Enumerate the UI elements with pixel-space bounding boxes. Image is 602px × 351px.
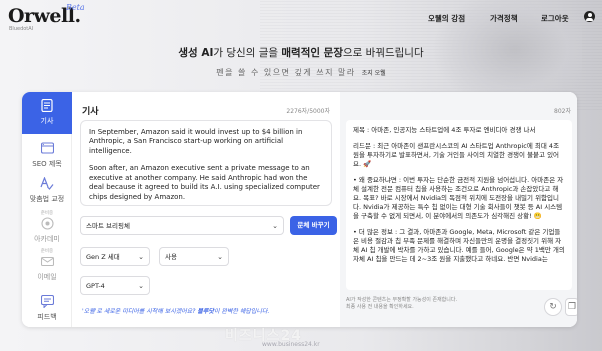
- sidebar-item-seo[interactable]: SEO 제목: [22, 142, 72, 169]
- output-paragraph: 제목 : 아마존, 인공지능 스타트업에 4조 투자로 엔비디아 경쟁 나서: [353, 126, 536, 134]
- output-paragraph: • 왜 중요하냐면 : 이번 투자는 단순한 금전적 지원을 넘어섭니다. 아마…: [353, 175, 564, 220]
- audience-select[interactable]: Gen Z 세대 ⌄: [80, 247, 150, 266]
- disclaimer-line: 최종 사용 전 내용을 확인하세요.: [346, 304, 414, 310]
- hint-brand: 블루닷: [197, 308, 214, 315]
- sidebar-item-email: 준비중 이메일: [22, 248, 72, 282]
- chevron-down-icon: ⌄: [217, 253, 223, 261]
- headline-prefix: 생성 AI: [178, 47, 214, 59]
- email-icon: [40, 255, 54, 269]
- headline: 생성 AI가 당신의 글을 매력적인 문장으로 바꿔드립니다: [0, 45, 602, 60]
- sidebar-item-academy: 준비중 아카데미: [22, 210, 72, 244]
- audience-select-value: Gen Z 세대: [86, 253, 120, 261]
- sidebar-item-feedback[interactable]: 피드백: [22, 294, 72, 322]
- usage-select-value: 사용: [165, 253, 177, 261]
- output-panel: 802자 제목 : 아마존, 인공지능 스타트업에 4조 투자로 엔비디아 경쟁…: [340, 92, 577, 327]
- promo-hint[interactable]: '오웰'로 새로운 미디어를 시작해 보시겠어요? 블루닷이 완벽한 해답입니다…: [82, 306, 269, 315]
- output-text[interactable]: 제목 : 아마존, 인공지능 스타트업에 4조 투자로 엔비디아 경쟁 나서 리…: [346, 120, 572, 290]
- sidebar-item-label: 맞춤법 교정: [29, 195, 65, 203]
- chevron-down-icon: ⌄: [138, 253, 144, 261]
- sidebar-item-label: 이메일: [37, 273, 57, 281]
- style-select[interactable]: 스마트 브리핑체 ⌄: [80, 216, 284, 235]
- spellcheck-icon: [40, 176, 54, 191]
- chevron-down-icon: ⌄: [138, 282, 144, 290]
- beta-badge: Beta: [66, 3, 85, 12]
- sidebar-item-article[interactable]: 기사: [22, 92, 72, 134]
- main-card: 기사 SEO 제목 맞춤법 교정 준비중 아카데미 준비중 이메일 피드백 기사…: [22, 92, 577, 327]
- sidebar-item-label: 피드백: [37, 313, 57, 321]
- headline-suffix: 으로 바꿔드립니다: [343, 47, 424, 59]
- output-char-count: 802자: [554, 108, 571, 115]
- sidebar-item-spellcheck[interactable]: 맞춤법 교정: [22, 176, 72, 204]
- watermark-url: www.business24.kr: [262, 341, 320, 348]
- article-paragraph: In September, Amazon said it would inves…: [89, 128, 303, 155]
- nav-logout[interactable]: 로그아웃: [541, 13, 569, 24]
- nav-strengths[interactable]: 오웰의 강점: [428, 13, 465, 24]
- usage-select[interactable]: 사용 ⌄: [159, 247, 229, 266]
- article-paragraph: Soon after, an Amazon executive sent a p…: [89, 164, 320, 201]
- sidebar-item-label: SEO 제목: [32, 160, 62, 168]
- model-select[interactable]: GPT-4 ⌄: [80, 276, 150, 295]
- coming-soon-tag: 준비중: [40, 211, 54, 216]
- disclaimer: AI가 작성한 콘텐츠는 부정확할 가능성이 존재합니다. 최종 사용 전 내용…: [346, 297, 457, 311]
- output-paragraph: 리드문 : 최근 아마존이 샌프란시스코의 AI 스타트업 Anthropic에…: [353, 141, 560, 168]
- seo-icon: [40, 142, 54, 156]
- hint-suffix: 이 완벽한 해답입니다.: [213, 308, 270, 315]
- panel-title: 기사: [82, 107, 99, 117]
- article-input[interactable]: In September, Amazon said it would inves…: [80, 120, 332, 206]
- sidebar: 기사 SEO 제목 맞춤법 교정 준비중 아카데미 준비중 이메일 피드백: [22, 92, 72, 327]
- header: Orwell. Beta BluedotAI 오웰의 강점 가격정책 로그아웃: [0, 0, 602, 36]
- academy-icon: [40, 217, 54, 231]
- output-paragraph: • 더 많은 정보 : 그 결과, 아마존과 Google, Meta, Mic…: [353, 227, 565, 263]
- refresh-icon[interactable]: ↻: [544, 298, 562, 316]
- nav-pricing[interactable]: 가격정책: [490, 13, 518, 24]
- logo-subtitle: BluedotAI: [9, 26, 34, 32]
- model-select-value: GPT-4: [86, 282, 105, 290]
- convert-style-button[interactable]: 문체 바꾸기: [290, 216, 337, 235]
- style-select-value: 스마트 브리핑체: [86, 222, 130, 230]
- chevron-down-icon: ⌄: [272, 222, 278, 230]
- quote: 펜을 쓸 수 있으면 깊게 쓰지 말라: [216, 68, 356, 77]
- headline-bold: 매력적인 문장: [281, 47, 343, 59]
- quote-author: 조지 오웰: [361, 70, 386, 77]
- sidebar-item-label: 아카데미: [34, 235, 60, 243]
- subline: 펜을 쓸 수 있으면 깊게 쓰지 말라 조지 오웰: [0, 67, 602, 78]
- user-icon[interactable]: [584, 11, 595, 22]
- sidebar-item-label: 기사: [40, 117, 54, 125]
- document-icon: [40, 98, 54, 113]
- feedback-icon: [40, 294, 54, 309]
- coming-soon-tag: 준비중: [40, 249, 54, 254]
- headline-mid: 가 당신의 글을: [213, 47, 282, 59]
- char-count: 2276자/5000자: [286, 108, 330, 115]
- disclaimer-line: AI가 작성한 콘텐츠는 부정확할 가능성이 존재합니다.: [346, 297, 458, 303]
- copy-icon[interactable]: ❐: [565, 298, 577, 316]
- hint-prefix: '오웰'로 새로운 미디어를 시작해 보시겠어요?: [82, 308, 198, 315]
